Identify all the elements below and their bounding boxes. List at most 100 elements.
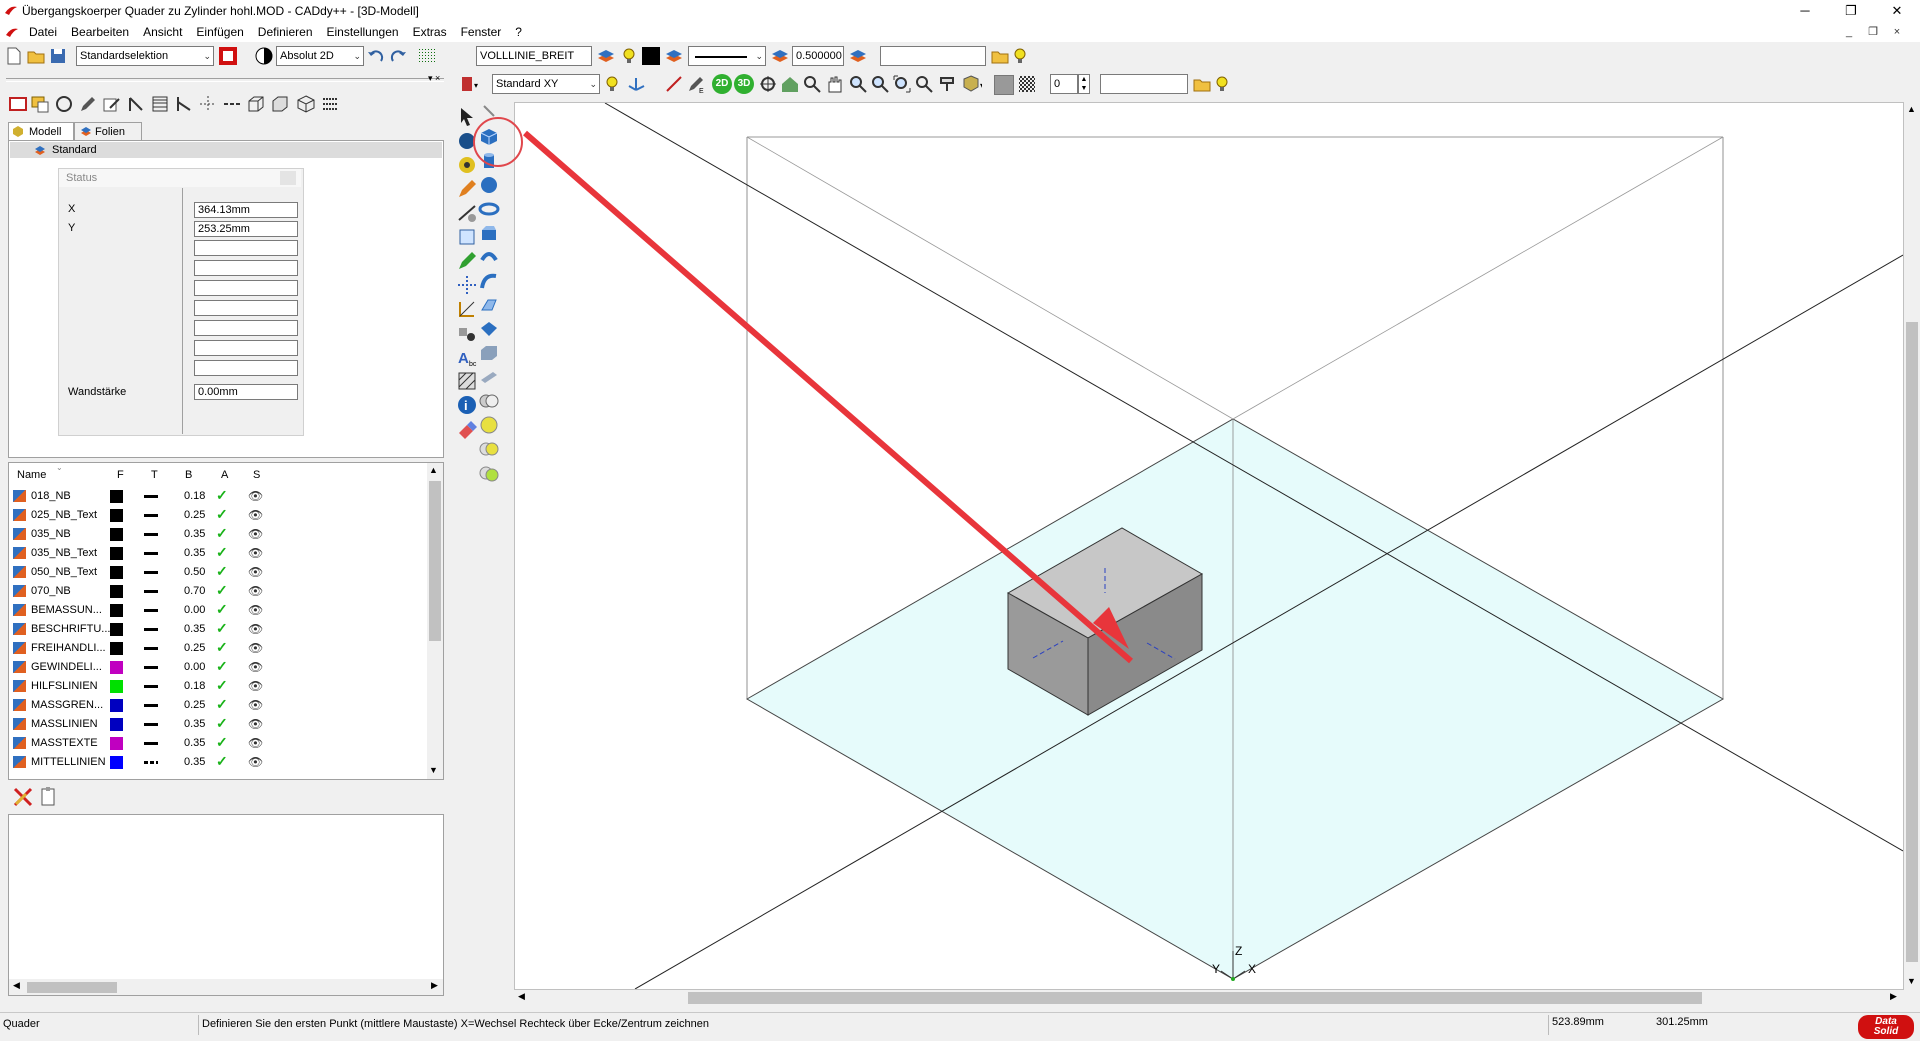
- layer-active-check-icon[interactable]: ✓: [216, 734, 228, 751]
- param-input-5[interactable]: [194, 280, 298, 296]
- axis-view-icon[interactable]: ▾: [626, 74, 646, 94]
- line-color-swatch[interactable]: [642, 47, 660, 65]
- menu-einstellungen[interactable]: Einstellungen: [320, 22, 406, 42]
- layer-color-swatch[interactable]: [110, 585, 123, 598]
- delete-layer-icon[interactable]: [12, 786, 34, 808]
- btn-3d[interactable]: 3D: [734, 74, 754, 94]
- measure-view-icon[interactable]: [664, 74, 684, 94]
- layer-weight[interactable]: 0.25: [184, 699, 205, 711]
- close-button[interactable]: ✕: [1874, 0, 1920, 22]
- layer-weight[interactable]: 0.35: [184, 718, 205, 730]
- layer-visible-eye-icon[interactable]: 👁: [248, 660, 263, 674]
- layer-color-swatch[interactable]: [110, 547, 123, 560]
- new-file-icon[interactable]: [4, 46, 24, 66]
- layer-active-check-icon[interactable]: ✓: [216, 715, 228, 732]
- lightbulb-icon-3[interactable]: [1212, 74, 1232, 94]
- layer-weight[interactable]: 0.18: [184, 490, 205, 502]
- box-outline-icon[interactable]: [246, 94, 266, 114]
- vp-scroll-up-icon[interactable]: ▲: [1907, 104, 1916, 114]
- number-field[interactable]: 0: [1050, 74, 1078, 94]
- viewport-v-scrollbar[interactable]: ▲ ▼: [1904, 102, 1920, 990]
- layer-visible-eye-icon[interactable]: 👁: [248, 527, 263, 541]
- mdi-close-button[interactable]: ×: [1886, 24, 1908, 40]
- layer-color-swatch[interactable]: [110, 756, 123, 769]
- layer-row[interactable]: MASSTEXTE 0.35 ✓ 👁: [13, 734, 433, 753]
- folder-icon[interactable]: [990, 46, 1010, 66]
- rotate-view-icon[interactable]: [758, 74, 778, 94]
- cube-3d-icon[interactable]: [296, 94, 316, 114]
- layer-visible-eye-icon[interactable]: 👁: [248, 603, 263, 617]
- layer-active-check-icon[interactable]: ✓: [216, 620, 228, 637]
- layer-visible-eye-icon[interactable]: 👁: [248, 698, 263, 712]
- scroll-down-icon[interactable]: ▼: [429, 765, 438, 775]
- layer-scroll-thumb[interactable]: [429, 481, 441, 641]
- loft-tool-icon[interactable]: [478, 294, 500, 316]
- coord-mode-select[interactable]: Absolut 2D ⌄: [276, 46, 364, 66]
- undo-icon[interactable]: [366, 46, 386, 66]
- y-input[interactable]: 253.25mm: [194, 221, 298, 237]
- layer-color-swatch[interactable]: [110, 718, 123, 731]
- layer-linetype[interactable]: [144, 609, 158, 612]
- paint-icon[interactable]: [938, 74, 958, 94]
- output-scroll-thumb[interactable]: [27, 982, 117, 993]
- layer-weight[interactable]: 0.70: [184, 585, 205, 597]
- boolean-tool-icon[interactable]: [478, 462, 500, 484]
- 3d-model-icon[interactable]: ▾: [460, 74, 480, 94]
- layer-weight[interactable]: 0.00: [184, 604, 205, 616]
- layer-weight[interactable]: 0.25: [184, 509, 205, 521]
- save-icon[interactable]: [48, 46, 68, 66]
- revolve-tool-icon[interactable]: [478, 246, 500, 268]
- geometry-icon[interactable]: [456, 322, 478, 344]
- zoom-window-icon[interactable]: [802, 74, 822, 94]
- edit-view-icon[interactable]: E: [686, 74, 706, 94]
- layer-active-check-icon[interactable]: ✓: [216, 696, 228, 713]
- boolean-union-icon[interactable]: [478, 390, 500, 412]
- toolbar1-text-field[interactable]: [880, 46, 986, 66]
- dimension-tool-icon[interactable]: [126, 94, 146, 114]
- lightbulb-icon-2[interactable]: [1010, 46, 1030, 66]
- view-select[interactable]: Standard XY ⌄: [492, 74, 600, 94]
- layer-visible-eye-icon[interactable]: 👁: [248, 565, 263, 579]
- col-width[interactable]: B: [185, 469, 192, 481]
- layer-color-swatch[interactable]: [110, 699, 123, 712]
- transform-tool-icon[interactable]: [456, 226, 478, 248]
- layer-active-check-icon[interactable]: ✓: [216, 658, 228, 675]
- param-input-6[interactable]: [194, 300, 298, 316]
- sphere-solid-icon[interactable]: [478, 174, 500, 196]
- menu-definieren[interactable]: Definieren: [251, 22, 320, 42]
- layer-row[interactable]: MASSGREN... 0.25 ✓ 👁: [13, 696, 433, 715]
- param-input-9[interactable]: [194, 360, 298, 376]
- layer-row[interactable]: 035_NB 0.35 ✓ 👁: [13, 525, 433, 544]
- maximize-button[interactable]: ❐: [1828, 0, 1874, 22]
- btn-2d[interactable]: 2D: [712, 74, 732, 94]
- layer-visible-eye-icon[interactable]: 👁: [248, 717, 263, 731]
- linewidth-field[interactable]: 0.500000: [792, 46, 844, 66]
- layer-stack-icon-2[interactable]: [770, 46, 790, 66]
- panel-pin-icon[interactable]: ▾ ×: [428, 73, 440, 84]
- layer-linetype[interactable]: [144, 742, 158, 745]
- layer-active-check-icon[interactable]: ✓: [216, 582, 228, 599]
- layer-weight[interactable]: 0.35: [184, 623, 205, 635]
- layer-visible-eye-icon[interactable]: 👁: [248, 679, 263, 693]
- layer-row[interactable]: BESCHRIFTU... 0.35 ✓ 👁: [13, 620, 433, 639]
- layer-color-swatch[interactable]: [110, 642, 123, 655]
- layer-linetype[interactable]: [144, 552, 158, 555]
- layer-color-swatch[interactable]: [110, 737, 123, 750]
- layer-row[interactable]: 070_NB 0.70 ✓ 👁: [13, 582, 433, 601]
- param-input-3[interactable]: [194, 240, 298, 256]
- green-pen-icon[interactable]: [456, 250, 478, 272]
- layer-linetype[interactable]: [144, 685, 158, 688]
- list-tool-icon[interactable]: [320, 94, 340, 114]
- scroll-right-icon[interactable]: ▶: [431, 980, 438, 991]
- number-spinner[interactable]: ▲ ▼: [1078, 74, 1090, 94]
- edit-tool-icon[interactable]: [102, 94, 122, 114]
- pencil-tool-icon[interactable]: [78, 94, 98, 114]
- info-icon[interactable]: i: [456, 394, 478, 416]
- layer-linetype[interactable]: [144, 495, 158, 498]
- status-collapse-button[interactable]: [280, 171, 296, 185]
- minimize-button[interactable]: ─: [1782, 0, 1828, 22]
- scroll-left-icon[interactable]: ◀: [13, 980, 20, 991]
- chamfer-tool-icon[interactable]: [478, 342, 500, 364]
- folder-icon-2[interactable]: [1192, 74, 1212, 94]
- boolean-subtract-icon[interactable]: [478, 414, 500, 436]
